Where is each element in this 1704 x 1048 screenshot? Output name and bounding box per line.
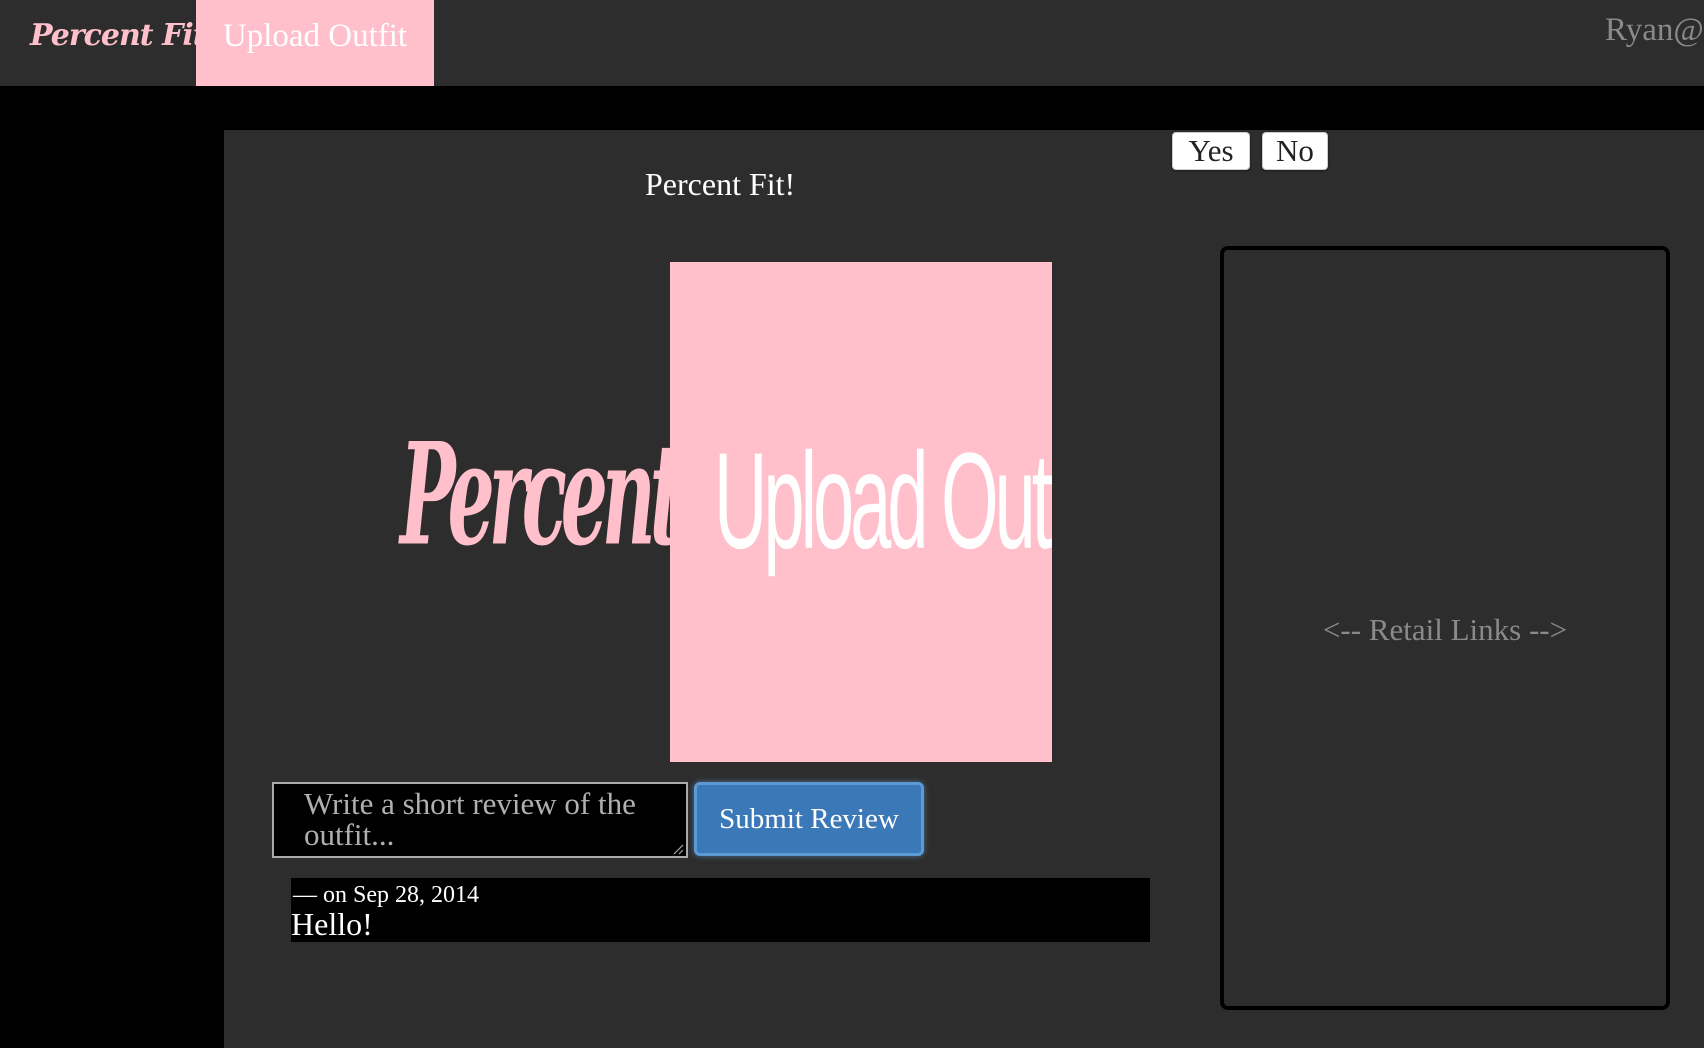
user-account-link[interactable]: Ryan@ [1605, 12, 1704, 49]
percent-fit-logo-image: Percent Fit [400, 414, 800, 578]
page-title: Percent Fit! [645, 166, 796, 202]
outfit-image-text: Upload Outfit [714, 423, 1052, 578]
top-navbar: Percent Fit Upload Outfit Ryan@ [0, 0, 1704, 86]
submit-review-button[interactable]: Submit Review [694, 782, 924, 856]
upload-outfit-link[interactable]: Upload Outfit [196, 0, 434, 86]
review-comment: — on Sep 28, 2014 Hello! [291, 878, 1150, 942]
review-input[interactable] [272, 782, 688, 858]
comment-meta: — on Sep 28, 2014 [293, 882, 479, 908]
retail-links-label: <-- Retail Links --> [1322, 612, 1568, 647]
brand-logo-link[interactable]: Percent Fit [30, 18, 207, 68]
resize-handle-icon[interactable] [672, 843, 684, 855]
comment-body: Hello! [291, 906, 373, 942]
outfit-image: Upload Outfit [670, 262, 1052, 762]
yes-button[interactable]: Yes [1172, 132, 1250, 170]
retail-links-panel: <-- Retail Links --> [1220, 246, 1670, 1010]
no-button[interactable]: No [1262, 132, 1328, 170]
